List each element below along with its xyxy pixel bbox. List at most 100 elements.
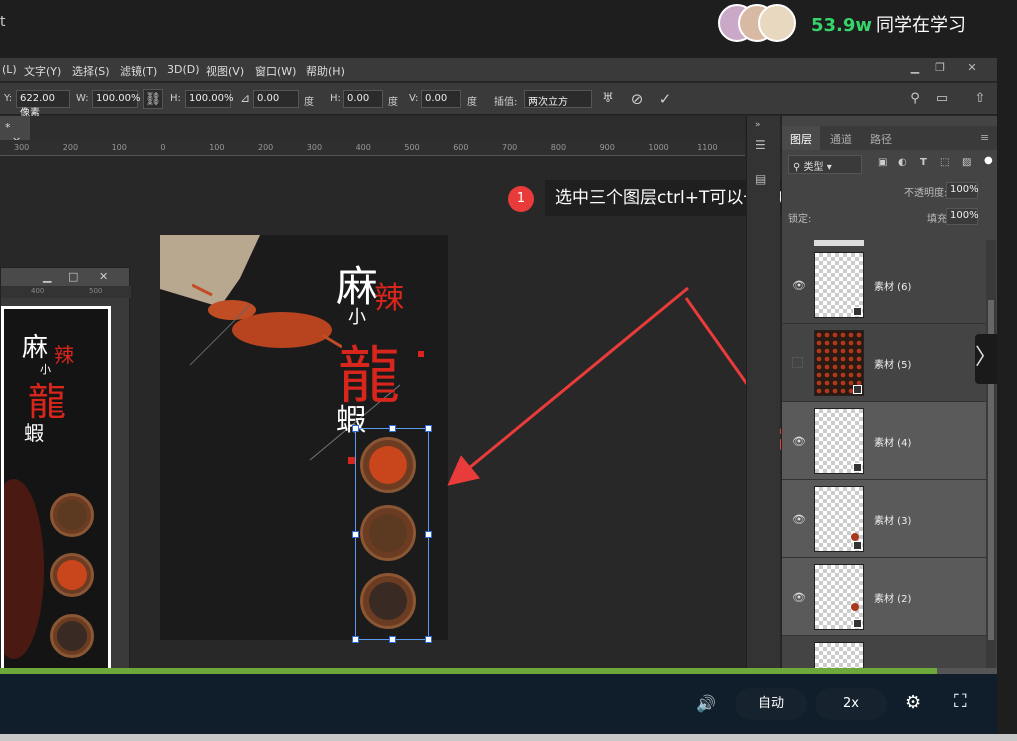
- ruler-tick: 700: [502, 143, 518, 152]
- layer-row[interactable]: 👁 素材 (3): [782, 480, 986, 558]
- document-tabs: * ×: [0, 116, 745, 147]
- poster-red-square: [418, 351, 424, 357]
- online-count: 53.9w: [811, 15, 873, 36]
- layer-filter-row: ⚲ 类型 ▾ ▣ ◐ T ⬚ ▨ ●: [782, 152, 998, 178]
- menu-item-filter[interactable]: 滤镜(T): [120, 63, 157, 79]
- settings-gear-icon[interactable]: ⚙: [905, 692, 921, 713]
- layers-scrollbar[interactable]: [986, 240, 996, 690]
- menu-item-layer[interactable]: (L): [2, 63, 17, 76]
- angle-icon: ⊿: [240, 91, 251, 105]
- menu-item-type[interactable]: 文字(Y): [24, 63, 61, 79]
- transform-handle[interactable]: [352, 425, 359, 432]
- minimize-button[interactable]: ▁: [905, 61, 925, 77]
- float-close-button[interactable]: ✕: [99, 270, 108, 283]
- layer-thumbnail: [814, 486, 864, 552]
- workspace-icon[interactable]: ▭: [932, 89, 952, 109]
- link-icon[interactable]: ⛓: [143, 89, 163, 109]
- menu-item-window[interactable]: 窗口(W): [255, 63, 296, 79]
- filter-toggle-icon[interactable]: ●: [984, 155, 993, 166]
- layer-list: 👁素材 (6)素材 (5)👁素材 (4)👁素材 (3)👁素材 (2)👁素材 (1…: [782, 240, 986, 695]
- volume-icon[interactable]: 🔊: [696, 694, 716, 713]
- filter-pixel-icon[interactable]: ▣: [878, 157, 887, 168]
- transform-handle[interactable]: [352, 636, 359, 643]
- angle-field[interactable]: 0.00: [253, 90, 299, 108]
- expand-sidebar-button[interactable]: 〉: [975, 334, 997, 384]
- panel-dock: » ☰ ▤: [746, 116, 780, 716]
- search-icon[interactable]: ⚲: [905, 89, 925, 109]
- ruler-tick: 500: [404, 143, 420, 152]
- commit-transform-icon[interactable]: ✓: [655, 89, 675, 109]
- angle-unit: 度: [304, 97, 314, 108]
- properties-icon[interactable]: ▤: [755, 172, 773, 190]
- layer-row[interactable]: 👁 素材 (4): [782, 402, 986, 480]
- poster-red-square: [348, 457, 355, 464]
- layer-name: 素材 (3): [874, 516, 912, 527]
- ruler-tick: 1100: [697, 143, 718, 152]
- tab-paths[interactable]: 路径: [862, 126, 900, 150]
- transform-handle[interactable]: [352, 531, 359, 538]
- width-field[interactable]: 100.00%: [92, 90, 141, 108]
- speed-button[interactable]: 2x: [815, 688, 887, 720]
- transform-handle[interactable]: [425, 531, 432, 538]
- filter-smart-icon[interactable]: ▨: [962, 157, 971, 168]
- tab-layers[interactable]: 图层: [782, 126, 820, 150]
- float-crayfish-plate: [4, 479, 44, 659]
- height-field[interactable]: 100.00%: [185, 90, 234, 108]
- eye-icon[interactable]: 👁: [792, 279, 806, 292]
- history-icon[interactable]: ☰: [755, 138, 773, 156]
- share-icon[interactable]: ⇧: [970, 89, 990, 109]
- panel-menu-icon[interactable]: ≡: [980, 131, 989, 144]
- layer-name: 素材 (4): [874, 438, 912, 449]
- filter-adjust-icon[interactable]: ◐: [898, 157, 907, 168]
- poster-title-la: 辣: [374, 281, 404, 316]
- ruler-tick: 100: [209, 143, 225, 152]
- floating-window-titlebar[interactable]: ▁ □ ✕: [1, 268, 129, 286]
- filter-shape-icon[interactable]: ⬚: [940, 157, 949, 168]
- layer-row[interactable]: 👁 素材 (6): [782, 246, 986, 324]
- opacity-field[interactable]: 100%: [946, 182, 979, 199]
- ruler-tick: 400: [31, 287, 45, 295]
- transform-bounding-box[interactable]: [352, 425, 432, 643]
- transform-handle[interactable]: [389, 636, 396, 643]
- vskew-field[interactable]: 0.00: [421, 90, 461, 108]
- y-position-field[interactable]: 622.00 像素: [16, 90, 70, 119]
- hskew-field[interactable]: 0.00: [343, 90, 383, 108]
- floating-document-window[interactable]: ▁ □ ✕ 400 500 麻 辣 小 龍 蝦: [0, 267, 131, 687]
- quality-button[interactable]: 自动: [735, 688, 807, 720]
- menu-item-view[interactable]: 视图(V): [206, 63, 244, 79]
- layer-row[interactable]: 👁 素材 (2): [782, 558, 986, 636]
- eye-icon[interactable]: 👁: [792, 513, 806, 526]
- ruler-tick: 1000: [648, 143, 669, 152]
- filter-type-icon[interactable]: T: [920, 157, 927, 168]
- menu-item-3d[interactable]: 3D(D): [167, 63, 200, 76]
- menu-item-help[interactable]: 帮助(H): [306, 63, 345, 79]
- cancel-transform-icon[interactable]: ⊘: [627, 89, 647, 109]
- interpolation-select[interactable]: 两次立方: [524, 90, 592, 108]
- ruler-tick: 500: [89, 287, 103, 295]
- float-minimize-button[interactable]: ▁: [43, 270, 51, 283]
- transform-handle[interactable]: [425, 425, 432, 432]
- collapse-icon[interactable]: »: [755, 120, 773, 138]
- layers-panel: 图层 通道 路径 ≡ ⚲ 类型 ▾ ▣ ◐ T ⬚ ▨ ● 不透明度: 100%…: [781, 116, 998, 716]
- close-button[interactable]: ✕: [962, 61, 982, 77]
- ruler-tick: 400: [355, 143, 371, 152]
- transform-handle[interactable]: [425, 636, 432, 643]
- restore-button[interactable]: ❐: [930, 61, 950, 77]
- visibility-toggle[interactable]: [792, 357, 803, 368]
- layer-thumbnail: [814, 564, 864, 630]
- float-restore-button[interactable]: □: [68, 270, 78, 283]
- eye-icon[interactable]: 👁: [792, 435, 806, 448]
- eye-icon[interactable]: 👁: [792, 591, 806, 604]
- transform-handle[interactable]: [389, 425, 396, 432]
- fill-field[interactable]: 100%: [946, 208, 979, 225]
- warp-icon[interactable]: ♅: [598, 89, 618, 109]
- menu-item-select[interactable]: 选择(S): [72, 63, 110, 79]
- layer-row[interactable]: 素材 (5): [782, 324, 986, 402]
- ruler-tick: 200: [258, 143, 274, 152]
- layer-thumbnail: [814, 252, 864, 318]
- filter-type-select[interactable]: ⚲ 类型 ▾: [788, 155, 862, 174]
- fullscreen-icon[interactable]: ⛶: [954, 691, 967, 712]
- document-tab[interactable]: * ×: [0, 116, 30, 147]
- tab-channels[interactable]: 通道: [822, 126, 860, 150]
- menu-bar: (L) 文字(Y) 选择(S) 滤镜(T) 3D(D) 视图(V) 窗口(W) …: [0, 58, 997, 82]
